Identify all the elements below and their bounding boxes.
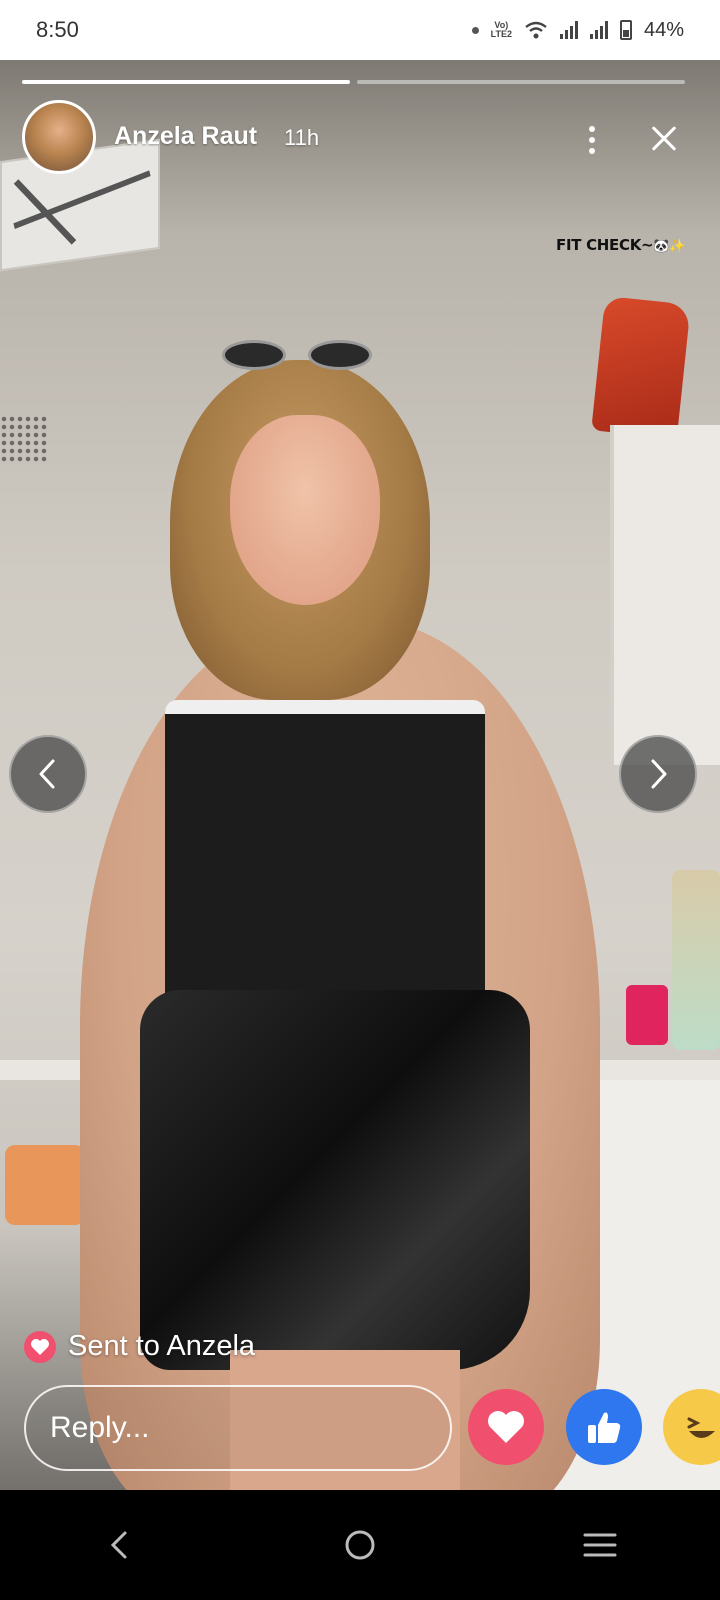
heart-icon — [488, 1411, 524, 1443]
next-story-button[interactable] — [619, 735, 697, 813]
home-circle-icon — [345, 1530, 375, 1560]
story-username[interactable]: Anzela Raut — [114, 122, 257, 151]
system-home-button[interactable] — [330, 1515, 390, 1575]
heart-icon — [24, 1330, 56, 1363]
story-time-ago: 11h — [284, 125, 320, 150]
menu-lines-icon — [583, 1533, 617, 1557]
person-face — [230, 415, 380, 605]
bag — [591, 295, 691, 440]
upper-cabinet — [610, 425, 720, 765]
battery-percent: 44% — [643, 18, 684, 41]
signal-2-icon — [589, 21, 608, 39]
status-time: 8:50 — [36, 17, 79, 42]
volte-icon: Vo) LTE2 — [490, 20, 512, 39]
more-options-button[interactable] — [572, 120, 612, 160]
avatar[interactable] — [22, 100, 96, 174]
wall-vent — [0, 415, 48, 463]
caption-emoji: 🐼✨ — [653, 239, 686, 254]
story-progress-1 — [22, 80, 350, 84]
wifi-icon — [525, 21, 547, 39]
system-recents-button[interactable] — [570, 1515, 630, 1575]
status-bar: 8:50 Vo) LTE2 44% — [0, 0, 720, 60]
story-caption: FIT CHECK~🐼✨ — [556, 236, 685, 254]
story-progress-2 — [357, 80, 685, 84]
leather-skirt — [140, 990, 530, 1370]
soap-dispenser — [626, 985, 668, 1045]
sunglasses — [222, 340, 372, 370]
love-reaction-button[interactable] — [468, 1389, 544, 1465]
story-media[interactable] — [0, 60, 720, 1520]
thumbs-up-icon — [588, 1412, 621, 1443]
previous-story-button[interactable] — [9, 735, 87, 813]
black-top — [165, 700, 485, 1030]
reply-placeholder: Reply... — [50, 1411, 150, 1444]
caption-text: FIT CHECK~ — [556, 236, 654, 254]
chevron-right-icon — [651, 759, 667, 789]
progress-fill-1 — [22, 80, 350, 84]
status-icons: Vo) LTE2 44% — [471, 18, 684, 42]
system-navigation-bar — [0, 1490, 720, 1600]
towel — [5, 1145, 85, 1225]
like-reaction-button[interactable] — [566, 1389, 642, 1465]
jar — [672, 870, 720, 1050]
battery-icon — [619, 20, 632, 40]
laughing-face-icon — [687, 1417, 715, 1438]
back-icon — [110, 1531, 127, 1559]
chevron-left-icon — [39, 759, 55, 789]
close-button[interactable] — [644, 118, 684, 158]
reply-input[interactable]: Reply... — [24, 1385, 452, 1471]
signal-1-icon — [559, 21, 578, 39]
system-back-button[interactable] — [90, 1515, 150, 1575]
sent-reaction-label: Sent to Anzela — [24, 1330, 255, 1363]
sent-text: Sent to Anzela — [68, 1330, 256, 1362]
notification-dot-icon — [471, 26, 479, 34]
